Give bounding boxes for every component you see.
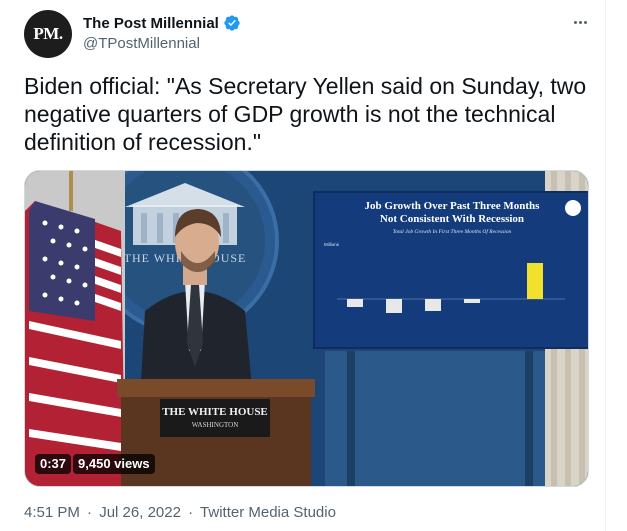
tweet-text: Biden official: "As Secretary Yellen sai… bbox=[24, 73, 587, 155]
slide-title-line-2: Not Consistent With Recession bbox=[380, 213, 524, 225]
author-handle[interactable]: @TPostMillennial bbox=[83, 35, 200, 52]
slide-title-line-1: Job Growth Over Past Three Months bbox=[365, 200, 541, 212]
podium-line-2: WASHINGTON bbox=[192, 421, 239, 429]
author-name-row: The Post Millennial bbox=[83, 14, 241, 32]
avatar[interactable]: PM. bbox=[24, 10, 72, 58]
tweet-meta: 4:51 PM · Jul 26, 2022 · Twitter Media S… bbox=[24, 504, 339, 521]
podium-line-1: THE WHITE HOUSE bbox=[162, 406, 268, 418]
more-dots-icon[interactable] bbox=[569, 11, 591, 33]
tweet-date[interactable]: Jul 26, 2022 bbox=[99, 504, 181, 521]
column-divider bbox=[605, 0, 606, 531]
video-duration: 0:37 bbox=[35, 454, 72, 474]
meta-separator: · bbox=[188, 504, 194, 521]
display-name[interactable]: The Post Millennial bbox=[83, 15, 219, 32]
slide-subtitle: Total Job Growth In First Three Months O… bbox=[393, 228, 512, 235]
slide-axis-label: Millions bbox=[324, 242, 340, 247]
tweet-time[interactable]: 4:51 PM bbox=[24, 504, 80, 521]
view-count: 9,450 views bbox=[73, 454, 155, 474]
video-frame: THE WHITE HOUSE THE WHITE HOUSE WASHINGT… bbox=[25, 171, 588, 486]
tweet-card[interactable]: PM. The Post Millennial @TPostMillennial… bbox=[0, 0, 627, 531]
video-player[interactable]: THE WHITE HOUSE THE WHITE HOUSE WASHINGT… bbox=[24, 170, 589, 487]
verified-badge-icon bbox=[223, 14, 241, 32]
meta-separator: · bbox=[87, 504, 93, 521]
tweet-source[interactable]: Twitter Media Studio bbox=[200, 504, 336, 521]
video-overlay: 0:37 9,450 views bbox=[35, 454, 155, 474]
